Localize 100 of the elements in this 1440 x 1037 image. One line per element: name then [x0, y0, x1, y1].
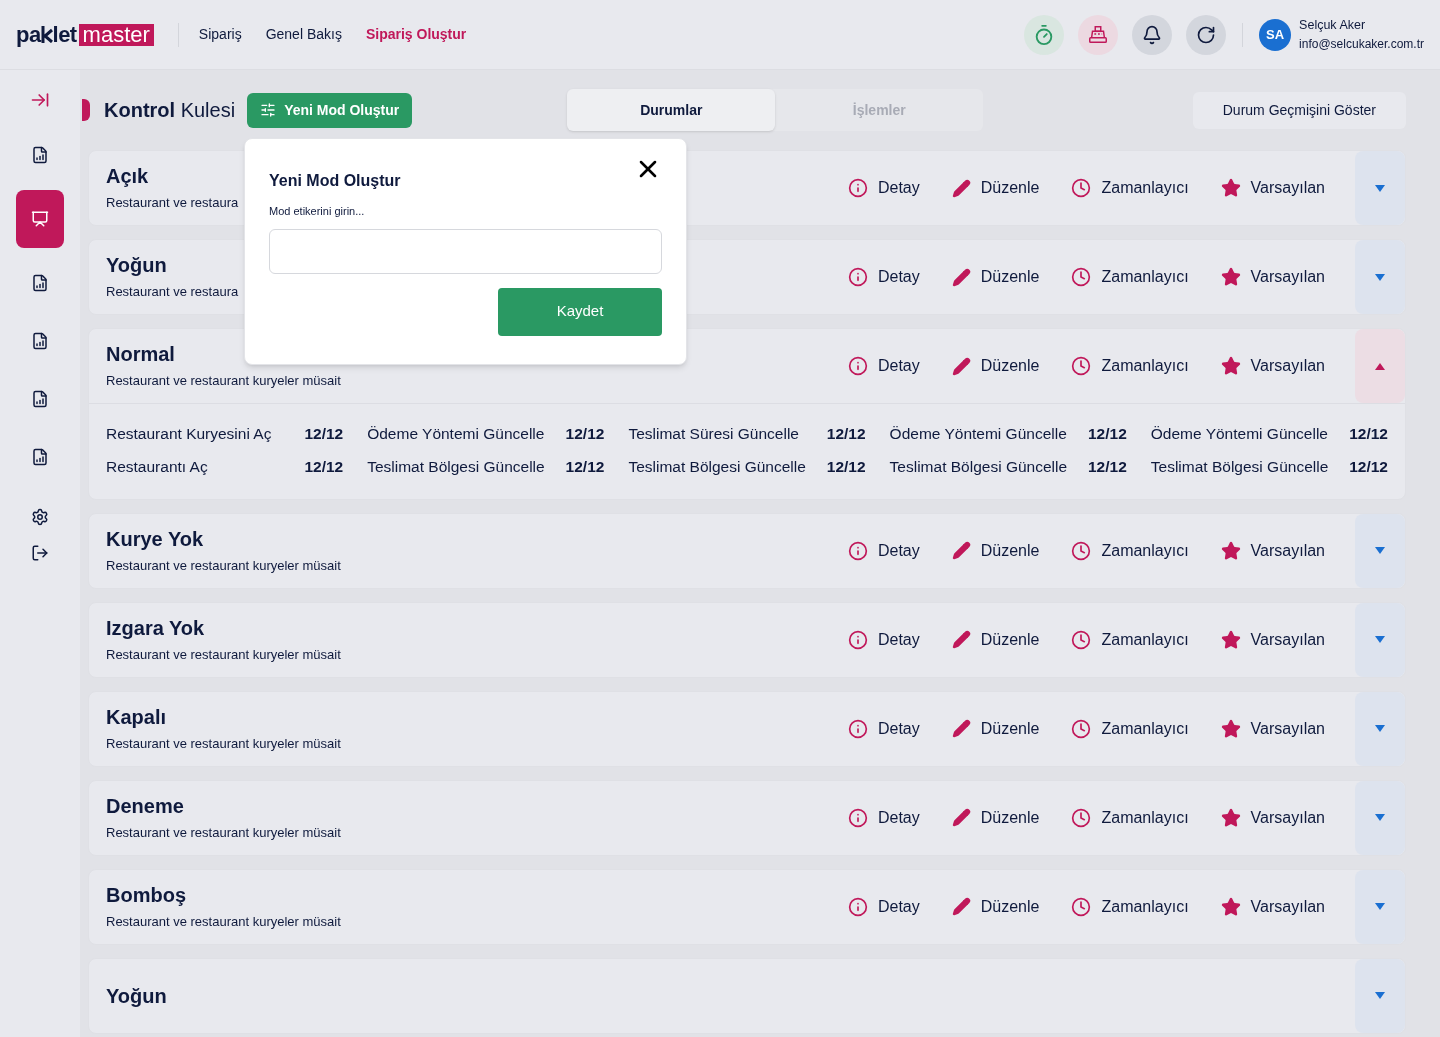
pencil-icon — [951, 356, 971, 376]
edit-button[interactable]: Düzenle — [951, 176, 1040, 200]
chart-icon — [31, 146, 49, 164]
detail-button[interactable]: Detay — [847, 894, 920, 919]
star-icon — [1220, 807, 1241, 828]
default-button[interactable]: Varsayılan — [1220, 265, 1325, 289]
clock-icon — [1071, 540, 1092, 561]
pencil-icon — [951, 719, 971, 738]
mode-title: Açık — [106, 164, 149, 190]
mode-title: Normal — [106, 342, 175, 368]
clock-icon — [1071, 356, 1092, 376]
timer-button[interactable]: Zamanlayıcı — [1071, 805, 1189, 830]
default-button[interactable]: Varsayılan — [1220, 716, 1325, 741]
mode-title: Deneme — [106, 793, 184, 819]
timer-button[interactable]: Zamanlayıcı — [1071, 354, 1189, 378]
logout-button[interactable] — [31, 544, 49, 562]
edit-button[interactable]: Düzenle — [951, 627, 1040, 652]
triangle-down-icon — [1375, 273, 1385, 281]
operation-count: 12/12 — [565, 424, 605, 444]
triangle-down-icon — [1375, 903, 1385, 910]
mode-title: Kapalı — [106, 704, 167, 730]
sidebar-item[interactable] — [16, 190, 64, 248]
mode-description: Restaurant ve restaurant kuryeler müsait — [106, 556, 341, 575]
timer-button[interactable]: Zamanlayıcı — [1071, 627, 1189, 652]
edit-button[interactable]: Düzenle — [951, 716, 1040, 741]
operation-label: Teslimat Bölgesi Güncelle — [1150, 457, 1329, 478]
bell-icon — [1142, 24, 1163, 45]
triangle-down-icon — [1375, 725, 1385, 732]
timer-button[interactable]: Zamanlayıcı — [1071, 265, 1189, 289]
settings-button[interactable] — [31, 508, 49, 526]
default-button[interactable]: Varsayılan — [1220, 176, 1325, 200]
detail-button[interactable]: Detay — [847, 265, 920, 289]
detail-button[interactable]: Detay — [847, 716, 920, 741]
clock-icon — [1071, 267, 1092, 287]
operation-count: 12/12 — [565, 457, 605, 478]
detail-button[interactable]: Detay — [847, 176, 920, 200]
refresh-icon — [1196, 24, 1217, 45]
operation-label: Ödeme Yöntemi Güncelle — [367, 424, 545, 444]
mode-description: Restaurant ve restaurant kuryeler müsait — [106, 823, 341, 842]
default-button[interactable]: Varsayılan — [1220, 354, 1325, 378]
pencil-icon — [951, 630, 971, 649]
default-button[interactable]: Varsayılan — [1220, 805, 1325, 830]
pencil-icon — [951, 178, 971, 198]
operation-label: Ödeme Yöntemi Güncelle — [1150, 424, 1328, 444]
detail-button[interactable]: Detay — [847, 627, 920, 652]
collapse-button[interactable] — [30, 90, 50, 110]
mode-description: Restaurant ve restaurant kuryeler müsait — [106, 734, 341, 753]
detail-button[interactable]: Detay — [847, 538, 920, 563]
timer-button[interactable]: Zamanlayıcı — [1071, 716, 1189, 741]
clock-icon — [1071, 896, 1092, 917]
clock-icon — [1071, 807, 1092, 828]
info-icon — [847, 267, 868, 287]
operation-label: Teslimat Bölgesi Güncelle — [367, 457, 545, 478]
logo-mark-icon — [40, 26, 53, 43]
save-button[interactable]: Kaydet — [498, 287, 662, 336]
operation-count: 12/12 — [1088, 424, 1127, 444]
timer-button[interactable]: Zamanlayıcı — [1071, 538, 1189, 563]
edit-button[interactable]: Düzenle — [951, 538, 1040, 563]
star-icon — [1220, 267, 1241, 287]
operation-count: 12/12 — [826, 424, 866, 444]
sliders-icon — [260, 102, 277, 118]
triangle-down-icon — [1375, 184, 1385, 192]
star-icon — [1220, 178, 1241, 198]
operation-label: Restaurant Kuryesini Aç — [106, 424, 272, 444]
operation-label: Teslimat Bölgesi Güncelle — [889, 457, 1068, 478]
presentation-icon — [31, 210, 49, 228]
default-button[interactable]: Varsayılan — [1220, 627, 1325, 652]
mode-description: Restaurant ve restaurant kuryeler müsait — [106, 912, 341, 931]
nav-link[interactable]: Sipariş — [198, 24, 242, 45]
edit-button[interactable]: Düzenle — [951, 265, 1040, 289]
operation-count: 12/12 — [1088, 457, 1127, 478]
info-icon — [847, 807, 868, 828]
operation-count: 12/12 — [826, 457, 866, 478]
nav-link[interactable]: Sipariş Oluştur — [365, 24, 467, 45]
default-button[interactable]: Varsayılan — [1220, 538, 1325, 563]
history-button[interactable]: Durum Geçmişini Göster — [1192, 91, 1406, 129]
settings-icon — [31, 508, 49, 526]
triangle-down-icon — [1375, 814, 1385, 821]
edit-button[interactable]: Düzenle — [951, 354, 1040, 378]
triangle-down-icon — [1375, 547, 1385, 554]
operation-label: Ödeme Yöntemi Güncelle — [889, 424, 1067, 444]
default-button[interactable]: Varsayılan — [1220, 894, 1325, 919]
detail-button[interactable]: Detay — [847, 805, 920, 830]
clock-icon — [1071, 718, 1092, 739]
tab[interactable]: Durumlar — [567, 89, 776, 131]
user-email: info@selcukaker.com.tr — [1299, 35, 1424, 53]
pencil-icon — [951, 267, 971, 287]
collapse-icon — [30, 90, 50, 110]
new-mode-button[interactable]: Yeni Mod Oluştur — [247, 92, 413, 128]
detail-button[interactable]: Detay — [847, 354, 920, 378]
info-icon — [847, 178, 868, 198]
nav-link[interactable]: Genel Bakış — [265, 24, 342, 45]
info-icon — [847, 629, 868, 650]
timer-button[interactable]: Zamanlayıcı — [1071, 894, 1189, 919]
edit-button[interactable]: Düzenle — [951, 894, 1040, 919]
input-field[interactable] — [269, 228, 662, 274]
star-icon — [1220, 540, 1241, 561]
edit-button[interactable]: Düzenle — [951, 805, 1040, 830]
timer-button[interactable]: Zamanlayıcı — [1071, 176, 1189, 200]
triangle-down-icon — [1375, 636, 1385, 643]
